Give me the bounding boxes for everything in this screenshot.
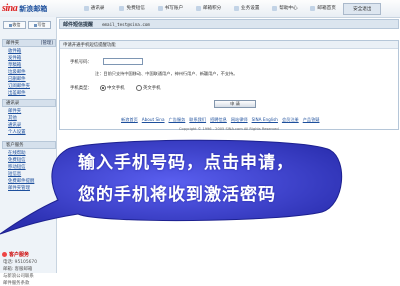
folders-item[interactable]: 收件箱 [8, 48, 21, 54]
services-header-label: 客户服务 [6, 143, 24, 148]
logo-mark: sina [2, 3, 18, 14]
customer-service-heading: 客户服务 [2, 251, 29, 258]
phone-icon [2, 252, 7, 257]
extra-item[interactable]: 个人设置 [8, 129, 26, 135]
lower-item[interactable]: 短信息 [8, 171, 21, 177]
copyright: Copyright © 1996 - 2005 SINA.com All Rig… [179, 127, 279, 131]
hotline-item[interactable]: 邮箱: 客服邮箱 [3, 266, 32, 272]
sina-logo[interactable]: sina 新浪邮箱 [2, 3, 47, 14]
lower-item[interactable]: 免费邮件提醒 [8, 178, 34, 184]
compose-button[interactable]: 写信 [28, 21, 51, 29]
panel-title: 申请开通手机短信提醒功能 [63, 42, 116, 48]
phone-hint: 注：目前只支持中国移动、中国联通用户，神州行用户、新疆用户，不支持。 [95, 71, 238, 76]
footer-link[interactable]: 网站律师 [231, 117, 248, 122]
lower-item[interactable]: 免费短信 [8, 157, 26, 163]
english-phone-label: 英文手机 [143, 86, 161, 91]
apply-button[interactable]: 申 请 [214, 100, 256, 108]
nav-label: 通讯录 [90, 6, 105, 11]
folder-header-label: 邮件夹 [6, 41, 20, 46]
inbox-icon [8, 23, 12, 27]
account-email: email_test@sina.com [102, 21, 150, 27]
footer-link[interactable]: 联系我们 [189, 117, 206, 122]
nav-item-0[interactable]: 通讯录 [76, 3, 112, 13]
hotline-item[interactable]: 电话: 95105670 [3, 259, 37, 265]
extra-item[interactable]: 邮件夹 [8, 108, 21, 114]
logo-text: 新浪邮箱 [19, 4, 48, 13]
contacts-header-label: 通讯录 [6, 101, 20, 106]
nav-label: 帮助中心 [279, 6, 298, 11]
customer-service-title: 客户服务 [9, 252, 30, 258]
main-content: 邮件短信提醒 email_test@sina.com 申请开通手机短信提醒功能 … [59, 19, 399, 272]
sidebar: 收信 写信 邮件夹 [管理] 收件箱 发件箱 草稿箱 垃圾邮件 已删邮件 订阅邮件夹 出差邮… [0, 17, 57, 286]
top-nav: 通讯录 免费短信 书写账户 邮箱积分 业务设置 帮助中心 邮箱首页 安全退出 [76, 3, 384, 15]
nav-label: 免费短信 [126, 6, 145, 11]
pen-icon [33, 23, 37, 27]
panel-header: 申请开通手机短信提醒功能 [60, 41, 398, 49]
lower-item[interactable]: 邮件夹管理 [8, 185, 30, 191]
nav-label: 邮箱首页 [317, 6, 336, 11]
folders-item[interactable]: 垃圾邮件 [8, 69, 26, 75]
chinese-phone-radio[interactable] [100, 85, 106, 91]
folders-item[interactable]: 已删邮件 [8, 76, 26, 82]
check-mail-label: 收信 [12, 22, 21, 27]
top-bar: sina 新浪邮箱 通讯录 免费短信 书写账户 邮箱积分 业务设置 帮助中心 邮箱首页 安全退… [0, 0, 400, 18]
footer-link[interactable]: 招聘信息 [210, 117, 227, 122]
nav-icon [310, 5, 316, 11]
nav-item-5[interactable]: 帮助中心 [267, 3, 303, 13]
nav-icon [157, 5, 163, 11]
folders-item[interactable]: 订阅邮件夹 [8, 83, 30, 89]
hotline-item[interactable]: 与新浪公司联系 [3, 273, 34, 279]
callout-line-2: 您的手机将收到激活密码 [78, 185, 276, 205]
phone-label: 手机号码： [70, 60, 92, 65]
nav-item-6[interactable]: 邮箱首页 [305, 3, 341, 13]
lower-item[interactable]: 在线帮助 [8, 150, 26, 156]
check-mail-button[interactable]: 收信 [3, 21, 26, 29]
nav-icon [195, 5, 201, 11]
footer-link[interactable]: SINA English [252, 117, 278, 122]
lower-item[interactable]: 移动短信 [8, 164, 26, 170]
footer-link[interactable]: 会员注册 [282, 117, 299, 122]
page-header: 邮件短信提醒 email_test@sina.com [59, 19, 399, 29]
contacts-header: 通讯录 [2, 99, 56, 107]
nav-item-4[interactable]: 业务设置 [229, 3, 265, 13]
footer-link[interactable]: 广告服务 [169, 117, 186, 122]
extra-item[interactable]: 其他 [8, 115, 17, 121]
nav-icon [272, 5, 278, 11]
nav-item-3[interactable]: 邮箱积分 [191, 3, 227, 13]
nav-item-2[interactable]: 书写账户 [152, 3, 188, 13]
nav-label: 业务设置 [241, 6, 260, 11]
folder-manage-link[interactable]: [管理] [41, 40, 53, 46]
folders-item[interactable]: 发件箱 [8, 55, 21, 61]
chinese-phone-label: 中文手机 [107, 86, 125, 91]
folder-header: 邮件夹 [管理] [2, 39, 56, 47]
footer-link[interactable]: 新浪首页 [121, 117, 138, 122]
page-title: 邮件短信提醒 [63, 21, 94, 28]
folders-item[interactable]: 出差邮件 [8, 90, 26, 96]
folders-item[interactable]: 草稿箱 [8, 62, 21, 68]
callout-line-1: 输入手机号码，点击申请， [78, 153, 294, 173]
nav-icon [119, 5, 125, 11]
nav-icon [83, 5, 89, 11]
compose-label: 写信 [37, 22, 46, 27]
footer-links: 新浪首页 About Sina 广告服务 联系我们 招聘信息 网站律师 SINA Engli… [121, 117, 323, 123]
footer-link[interactable]: About Sina [142, 117, 165, 122]
extra-item[interactable]: 通讯录 [8, 122, 21, 128]
nav-item-7[interactable]: 安全退出 [343, 3, 382, 15]
english-phone-radio[interactable] [136, 85, 142, 91]
nav-icon [234, 5, 240, 11]
nav-label: 书写账户 [164, 6, 184, 11]
phone-type-label: 手机类型： [70, 86, 92, 91]
phone-number-input[interactable] [103, 58, 143, 65]
nav-item-1[interactable]: 免费短信 [114, 3, 150, 13]
hotline-item[interactable]: 邮件服务条款 [3, 280, 29, 286]
footer-link[interactable]: 产品答疑 [303, 117, 320, 122]
nav-label: 邮箱积分 [202, 6, 222, 11]
nav-label: 安全退出 [353, 7, 372, 12]
services-header: 客户服务 [2, 141, 56, 149]
